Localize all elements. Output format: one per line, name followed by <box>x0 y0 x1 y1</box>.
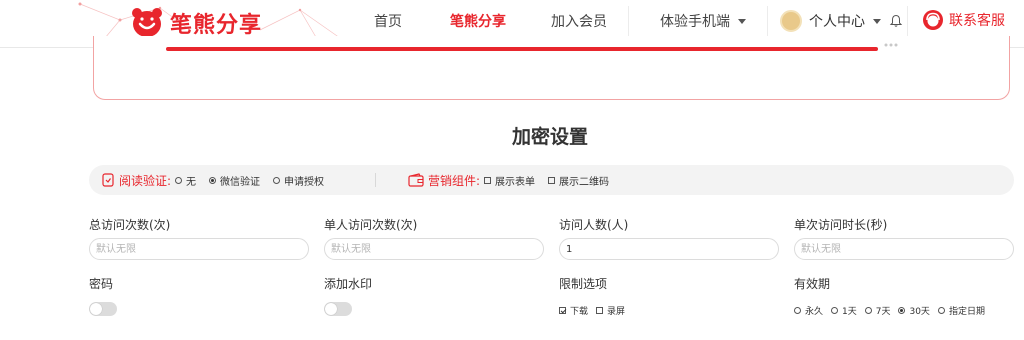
visitors-label: 访问人数(人) <box>559 218 629 232</box>
per-user-visits-input[interactable] <box>324 238 544 260</box>
radio-icon <box>794 307 801 314</box>
read-verify-group: 阅读验证: 无 微信验证 申请授权 <box>101 165 337 195</box>
total-visits-input[interactable] <box>89 238 309 260</box>
validity-label: 有效期 <box>794 277 831 291</box>
validity-30day[interactable]: 30天 <box>898 304 930 317</box>
nav-divider <box>628 6 629 40</box>
restriction-download[interactable]: 下载 <box>559 304 588 317</box>
logo-text: 笔熊分享 <box>170 13 263 38</box>
watermark-label: 添加水印 <box>324 277 373 291</box>
contact-service-button[interactable]: 联系客服 <box>922 9 1005 31</box>
validity-custom-date[interactable]: 指定日期 <box>937 304 985 317</box>
radio-icon <box>209 176 217 184</box>
radio-icon <box>273 176 281 184</box>
password-label: 密码 <box>89 277 114 291</box>
option-label: 1天 <box>842 307 857 317</box>
wallet-icon <box>408 173 424 187</box>
user-center-label: 个人中心 <box>809 14 865 30</box>
option-label: 展示表单 <box>495 176 536 188</box>
restriction-record[interactable]: 录屏 <box>596 304 625 317</box>
restrictions-label: 限制选项 <box>559 277 608 291</box>
marketing-option-form[interactable]: 展示表单 <box>484 173 535 188</box>
checkbox-icon <box>596 307 604 314</box>
restrictions-options: 下载 录屏 <box>559 304 633 317</box>
option-label: 指定日期 <box>948 307 985 317</box>
nav-mobile-label: 体验手机端 <box>660 14 730 30</box>
checkbox-icon <box>548 176 556 184</box>
validity-1day[interactable]: 1天 <box>831 304 857 317</box>
validity-forever[interactable]: 永久 <box>794 304 823 317</box>
nav-divider <box>767 6 768 40</box>
per-user-visits-label: 单人访问次数(次) <box>324 218 418 232</box>
verify-option-wechat[interactable]: 微信验证 <box>209 173 260 188</box>
visit-duration-label: 单次访问时长(秒) <box>794 218 888 232</box>
progress-bar <box>166 47 878 51</box>
radio-icon <box>898 307 906 314</box>
watermark-toggle[interactable] <box>324 302 352 316</box>
user-center-menu[interactable]: 个人中心 <box>780 10 903 32</box>
read-verify-label: 阅读验证: <box>119 173 172 188</box>
total-visits-label: 总访问次数(次) <box>89 218 171 232</box>
verify-option-request[interactable]: 申请授权 <box>273 173 324 188</box>
checkbox-icon <box>559 307 566 314</box>
more-dots-icon <box>884 43 898 47</box>
radio-icon <box>937 307 945 314</box>
chevron-down-icon <box>873 18 881 24</box>
radio-icon <box>831 307 839 314</box>
verify-option-none[interactable]: 无 <box>175 173 196 188</box>
radio-icon <box>864 307 872 314</box>
headset-icon <box>923 10 943 30</box>
validity-7day[interactable]: 7天 <box>864 304 891 317</box>
contact-service-label: 联系客服 <box>949 13 1005 29</box>
settings-bar: 阅读验证: 无 微信验证 申请授权 营销组件: 展示表单 展示二维码 <box>89 165 1014 195</box>
option-label: 微信验证 <box>220 176 261 188</box>
avatar <box>780 10 802 32</box>
bell-icon[interactable] <box>889 14 903 28</box>
validity-options: 永久 1天 7天 30天 指定日期 <box>794 304 993 317</box>
checkbox-icon <box>484 176 492 184</box>
marketing-label: 营销组件: <box>428 173 481 188</box>
bar-divider <box>375 173 376 187</box>
option-label: 无 <box>186 176 197 188</box>
marketing-option-qrcode[interactable]: 展示二维码 <box>548 173 609 188</box>
chevron-down-icon <box>738 19 746 24</box>
option-label: 录屏 <box>607 307 626 317</box>
logo[interactable]: 笔熊分享 <box>130 6 262 40</box>
phone-lock-icon <box>102 173 114 187</box>
nav-divider <box>907 6 908 40</box>
visit-duration-input[interactable] <box>794 238 1014 260</box>
upload-card <box>93 36 1010 100</box>
option-label: 30天 <box>909 307 930 317</box>
marketing-group: 营销组件: 展示表单 展示二维码 <box>408 165 622 195</box>
bear-logo-icon <box>132 8 162 37</box>
page: 笔熊分享 首页 笔熊分享 加入会员 体验手机端 个人中心 联系客服 加密设置 阅… <box>0 0 1024 340</box>
radio-icon <box>175 176 183 184</box>
option-label: 永久 <box>805 307 824 317</box>
option-label: 下载 <box>570 307 589 317</box>
password-toggle[interactable] <box>89 302 117 316</box>
option-label: 7天 <box>875 307 891 317</box>
section-title: 加密设置 <box>511 126 588 148</box>
option-label: 展示二维码 <box>559 176 610 188</box>
visitors-input[interactable] <box>559 238 779 260</box>
option-label: 申请授权 <box>284 176 325 188</box>
